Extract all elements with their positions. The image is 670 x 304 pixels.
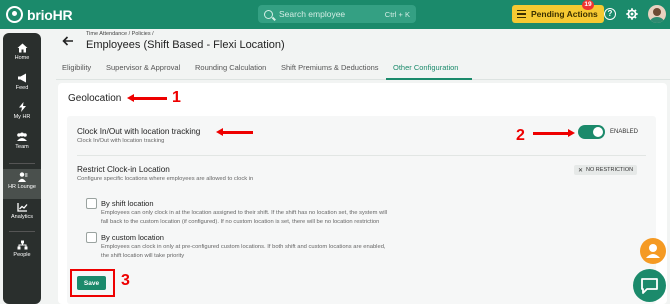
person-icon (646, 244, 660, 258)
brio-logo[interactable]: brioHR (6, 6, 73, 23)
search-bar[interactable]: Ctrl + K (258, 5, 416, 23)
chat-icon (641, 278, 658, 294)
section-title: Geolocation (68, 93, 122, 104)
desc-line: Employees can only clock in at the locat… (101, 210, 388, 216)
annotation-arrow-1 (127, 94, 167, 101)
sidebar-divider (9, 231, 35, 232)
pending-actions-label: Pending Actions (531, 9, 598, 19)
shift-location-title: By shift location (101, 199, 154, 208)
tracking-title: Clock In/Out with location tracking (77, 127, 201, 136)
search-input[interactable] (279, 9, 379, 19)
help-icon[interactable]: ? (604, 8, 616, 20)
divider (77, 155, 646, 156)
analytics-icon (16, 203, 27, 212)
desc-line: fall back to the custom location (if con… (101, 219, 380, 225)
sidebar: Home Feed My HR Team HR Lounge Analytics… (3, 33, 41, 304)
sidebar-divider (9, 163, 35, 164)
search-shortcut: Ctrl + K (384, 9, 410, 19)
team-icon (17, 132, 27, 141)
megaphone-icon (17, 73, 26, 83)
tracking-subtitle: Clock In/Out with location tracking (77, 138, 165, 144)
tab-rounding-calculation[interactable]: Rounding Calculation (195, 63, 266, 72)
sidebar-item-label: HR Lounge (8, 184, 36, 190)
list-icon (517, 10, 526, 18)
page-title: Employees (Shift Based - Flexi Location) (86, 39, 285, 51)
sidebar-item-people[interactable]: People (3, 237, 41, 267)
logo-text: brioHR (27, 6, 73, 23)
sidebar-item-label: Team (15, 144, 29, 150)
sidebar-item-analytics[interactable]: Analytics (3, 199, 41, 229)
sidebar-item-feed[interactable]: Feed (3, 70, 41, 100)
custom-location-checkbox[interactable] (86, 232, 97, 243)
lightning-icon (18, 102, 26, 112)
sidebar-item-team[interactable]: Team (3, 129, 41, 159)
location-tracking-toggle[interactable] (578, 125, 605, 139)
user-help-button[interactable] (640, 238, 666, 264)
search-icon (264, 9, 273, 19)
custom-location-title: By custom location (101, 233, 164, 242)
annotation-number-1: 1 (172, 89, 181, 106)
annotation-arrow-tracking (216, 128, 253, 135)
top-bar: brioHR Ctrl + K Pending Actions 19 ? (0, 0, 670, 29)
restriction-status-chip: ✕ NO RESTRICTION (574, 165, 638, 175)
tab-other-configuration[interactable]: Other Configuration (393, 63, 458, 72)
annotation-number-3: 3 (121, 272, 130, 289)
breadcrumb[interactable]: Time Attendance / Policies / (86, 31, 154, 37)
logo-icon (6, 6, 23, 23)
sidebar-item-label: Feed (15, 85, 29, 91)
chat-button[interactable] (633, 269, 666, 302)
sidebar-item-label: My HR (13, 114, 31, 120)
tab-shift-premiums-deductions[interactable]: Shift Premiums & Deductions (281, 63, 379, 72)
sidebar-item-label: Home (14, 55, 30, 61)
toggle-knob (593, 127, 603, 137)
save-button[interactable]: Save (77, 276, 106, 290)
sidebar-item-label: Analytics (10, 214, 33, 220)
hr-lounge-icon (17, 172, 27, 182)
tab-bar: Eligibility Supervisor & Approval Roundi… (56, 58, 670, 80)
desc-line: Employees can clock in only at pre-confi… (101, 244, 386, 250)
close-icon: ✕ (578, 167, 584, 174)
home-icon (17, 43, 27, 53)
restrict-title: Restrict Clock-in Location (77, 165, 170, 174)
chip-label: NO RESTRICTION (586, 167, 634, 173)
pending-count-badge: 19 (582, 0, 594, 10)
active-tab-indicator (386, 78, 472, 80)
sidebar-item-label: People (13, 252, 31, 258)
desc-line: the shift location will take priority (101, 253, 185, 259)
tab-eligibility[interactable]: Eligibility (62, 63, 91, 72)
user-avatar[interactable] (648, 5, 666, 23)
tab-supervisor-approval[interactable]: Supervisor & Approval (106, 63, 180, 72)
annotation-arrow-2 (533, 129, 575, 136)
sidebar-item-home[interactable]: Home (3, 40, 41, 70)
sidebar-item-hr-lounge[interactable]: HR Lounge (3, 169, 41, 199)
sidebar-item-my-hr[interactable]: My HR (3, 99, 41, 129)
custom-location-desc: Employees can clock in only at pre-confi… (101, 243, 446, 261)
gear-icon[interactable] (626, 8, 638, 20)
shift-location-desc: Employees can only clock in at the locat… (101, 209, 446, 227)
restrict-subtitle: Configure specific locations where emplo… (77, 176, 254, 182)
back-arrow-icon[interactable] (62, 36, 74, 46)
annotation-number-2: 2 (516, 127, 525, 144)
shift-location-checkbox[interactable] (86, 198, 97, 209)
people-icon (17, 240, 27, 250)
toggle-state-label: ENABLED (610, 129, 639, 135)
